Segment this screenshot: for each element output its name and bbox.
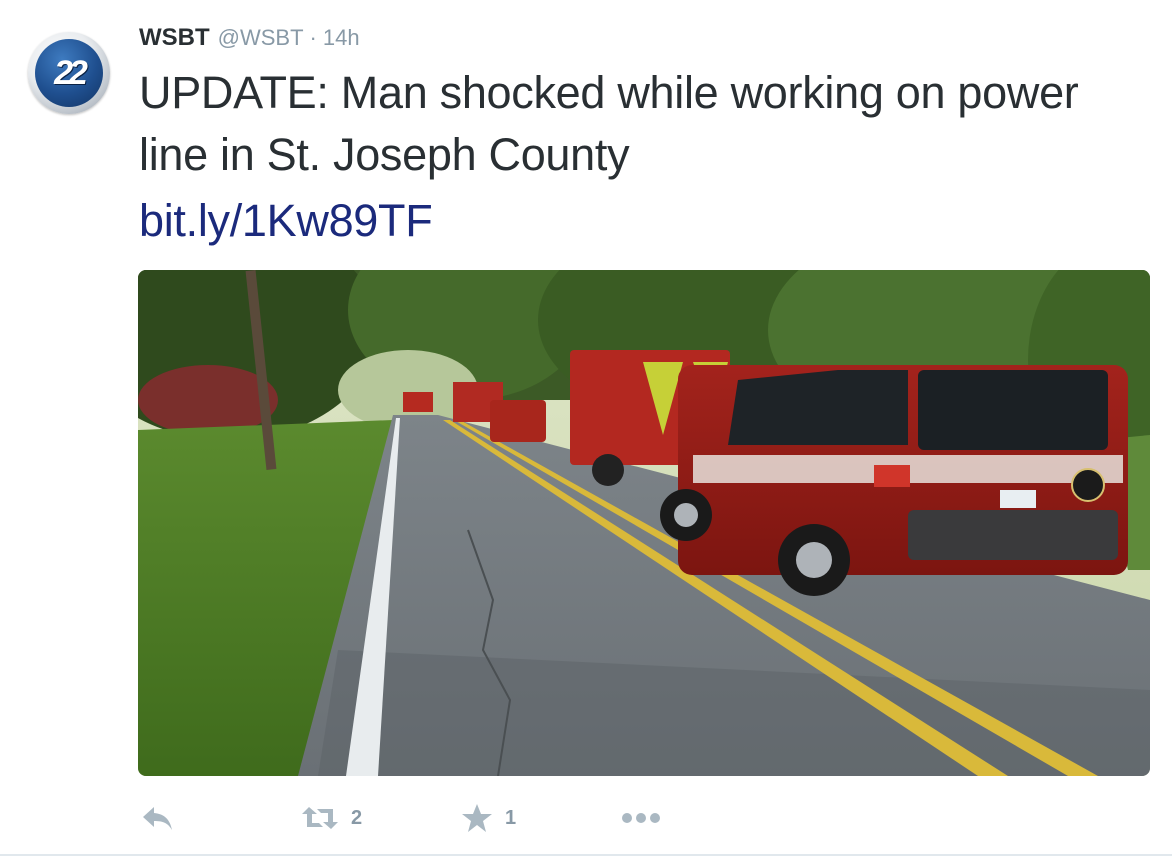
star-icon [462,804,492,832]
more-button[interactable] [621,800,661,836]
tweet-link[interactable]: bit.ly/1Kw89TF [139,190,433,252]
reply-button[interactable] [139,800,175,836]
tweet-actions: 2 1 [139,800,739,836]
retweet-button[interactable]: 2 [301,800,362,836]
divider [0,854,1172,856]
retweet-icon [302,807,338,829]
separator-dot: · [309,25,317,50]
favorite-count: 1 [505,806,517,829]
tweet-photo[interactable] [138,270,1150,776]
timestamp[interactable]: 14h [323,25,360,51]
reply-icon [143,807,172,830]
more-dots-icon [622,813,660,823]
photo-scene [138,270,1150,776]
tweet: 22 WSBT @WSBT · 14h UPDATE: Man shocked … [0,0,1172,858]
tweet-text: UPDATE: Man shocked while working on pow… [139,67,1079,180]
user-handle[interactable]: @WSBT [218,25,304,51]
retweet-count: 2 [351,806,363,829]
avatar[interactable]: 22 [28,32,110,114]
favorite-button[interactable]: 1 [461,800,516,836]
tweet-header: WSBT @WSBT · 14h [139,24,360,54]
avatar-logo: 22 [35,39,103,107]
display-name[interactable]: WSBT [139,24,210,52]
